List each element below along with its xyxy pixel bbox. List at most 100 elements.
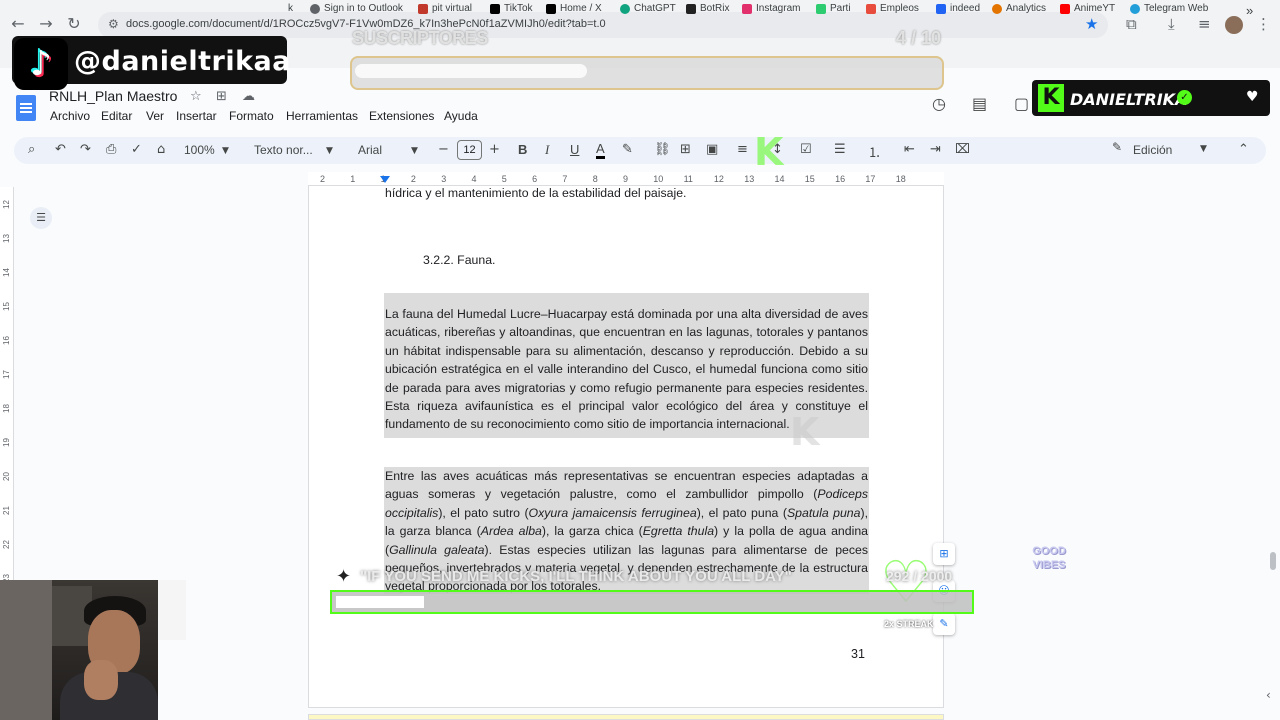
tiktok-icon bbox=[490, 3, 500, 14]
bookmark-item[interactable]: Home / X bbox=[546, 3, 602, 14]
bookmark-star-icon[interactable]: ★ bbox=[1085, 15, 1098, 33]
move-folder-icon[interactable]: ⊞ bbox=[216, 89, 227, 104]
bookmark-item[interactable]: Instagram bbox=[742, 3, 800, 14]
cloud-status-icon[interactable]: ☁ bbox=[242, 89, 255, 104]
style-select[interactable]: Texto nor... bbox=[254, 143, 313, 157]
sparkle-icon: ✦ bbox=[336, 566, 352, 587]
zoom-select[interactable]: 100% bbox=[184, 143, 215, 157]
docs-logo-icon[interactable] bbox=[16, 95, 36, 121]
bold-icon[interactable]: B bbox=[518, 142, 527, 157]
bookmark-item[interactable]: Telegram Web bbox=[1130, 3, 1208, 14]
menu-insertar[interactable]: Insertar bbox=[176, 109, 217, 123]
menu-ver[interactable]: Ver bbox=[146, 109, 164, 123]
text-line[interactable]: hídrica y el mantenimiento de la estabil… bbox=[385, 184, 870, 202]
menu-ayuda[interactable]: Ayuda bbox=[444, 109, 478, 123]
good-vibes-sticker: GOOD VIBES bbox=[1032, 545, 1066, 571]
reload-icon[interactable]: ↻ bbox=[64, 14, 84, 34]
collapse-toolbar-icon[interactable]: ⌃ bbox=[1238, 142, 1249, 157]
back-icon[interactable]: ← bbox=[8, 14, 28, 34]
insert-image-icon[interactable]: ▣ bbox=[706, 142, 718, 157]
ruler-number: 2 bbox=[410, 174, 416, 184]
decrease-font-icon[interactable]: − bbox=[438, 142, 449, 157]
scrollbar-thumb[interactable] bbox=[1270, 552, 1276, 570]
bookmark-item[interactable]: indeed bbox=[936, 3, 980, 14]
bookmark-item[interactable]: BotRix bbox=[686, 3, 729, 14]
editing-mode-select[interactable]: ✎ Edición ▼ bbox=[1106, 140, 1218, 160]
font-size-input[interactable]: 12 bbox=[457, 140, 482, 160]
bookmark-item[interactable]: Sign in to Outlook bbox=[310, 3, 403, 14]
vruler-number: 16 bbox=[1, 336, 11, 345]
spellcheck-icon[interactable]: ✓ bbox=[131, 142, 142, 157]
menu-herramientas[interactable]: Herramientas bbox=[286, 109, 358, 123]
star-icon[interactable]: ☆ bbox=[190, 89, 202, 104]
document-title[interactable]: RNLH_Plan Maestro bbox=[49, 88, 177, 104]
bookmark-item[interactable]: AnimeYT bbox=[1060, 3, 1115, 14]
undo-icon[interactable]: ↶ bbox=[55, 142, 66, 157]
vruler-number: 13 bbox=[1, 234, 11, 243]
ruler-number: 18 bbox=[895, 174, 906, 184]
bullet-list-icon[interactable]: ☰ bbox=[834, 142, 846, 157]
webcam-edge bbox=[158, 580, 186, 640]
webcam-person bbox=[84, 660, 118, 700]
link-icon[interactable]: ⛓ bbox=[654, 142, 671, 157]
para-text: ), el pato sutro ( bbox=[438, 505, 529, 520]
print-icon[interactable]: ⎙ bbox=[106, 142, 116, 157]
redo-icon[interactable]: ↷ bbox=[80, 142, 91, 157]
species-name: Spatula puna bbox=[786, 505, 861, 520]
bookmark-item[interactable]: Parti bbox=[816, 3, 851, 14]
indent-marker[interactable] bbox=[380, 176, 390, 183]
align-icon[interactable]: ≡ bbox=[737, 142, 748, 157]
highlight-icon[interactable]: ✎ bbox=[622, 142, 633, 157]
kick-watermark-icon: K bbox=[754, 130, 784, 174]
site-info-icon[interactable]: ⚙ bbox=[108, 17, 119, 31]
profile-avatar[interactable] bbox=[1225, 16, 1243, 34]
clear-formatting-icon[interactable]: ⌧ bbox=[955, 142, 970, 157]
ruler-number: 10 bbox=[653, 174, 664, 184]
chevron-down-icon: ▼ bbox=[1200, 144, 1207, 154]
download-icon[interactable]: ⤓ bbox=[1168, 15, 1175, 33]
menu-kebab-icon[interactable]: ⋮ bbox=[1256, 15, 1271, 33]
bookmark-item[interactable]: k bbox=[288, 3, 293, 14]
font-select[interactable]: Arial bbox=[358, 143, 382, 157]
menu-archivo[interactable]: Archivo bbox=[50, 109, 90, 123]
editing-mode-label: Edición bbox=[1133, 143, 1173, 157]
comments-icon[interactable]: ▤ bbox=[972, 94, 987, 113]
bookmark-item[interactable]: Analytics bbox=[992, 3, 1046, 14]
text-color-icon[interactable]: A bbox=[596, 142, 605, 159]
bookmark-item[interactable]: ChatGPT bbox=[620, 3, 676, 14]
increase-font-icon[interactable]: + bbox=[489, 142, 500, 157]
document-page[interactable] bbox=[308, 186, 944, 708]
search-menus-icon[interactable]: ⌕ bbox=[28, 142, 35, 157]
numbered-list-icon[interactable]: ⒈ bbox=[868, 142, 881, 161]
more-bookmarks-icon[interactable]: » bbox=[1246, 3, 1253, 18]
history-icon[interactable]: ◷ bbox=[932, 94, 946, 113]
bookmark-item[interactable]: Empleos bbox=[866, 3, 919, 14]
italic-icon[interactable]: I bbox=[545, 142, 549, 158]
ruler-number: 4 bbox=[471, 174, 477, 184]
menu-extensiones[interactable]: Extensiones bbox=[369, 109, 434, 123]
subs-goal-count: 4 / 10 bbox=[896, 28, 942, 48]
menu-editar[interactable]: Editar bbox=[101, 109, 132, 123]
add-comment-fab-icon[interactable]: ⊞ bbox=[933, 543, 955, 565]
para-text: ), la garza chica ( bbox=[541, 524, 643, 539]
checklist-icon[interactable]: ☑ bbox=[800, 142, 812, 157]
add-comment-icon[interactable]: ⊞ bbox=[680, 142, 691, 157]
youtube-icon bbox=[1060, 3, 1070, 14]
chevron-down-icon: ▼ bbox=[222, 146, 229, 156]
section-heading[interactable]: 3.2.2. Fauna. bbox=[423, 251, 495, 269]
increase-indent-icon[interactable]: ⇥ bbox=[930, 142, 941, 157]
chevron-left-icon[interactable]: ‹ bbox=[1266, 688, 1271, 702]
extensions-icon[interactable]: ⧉ bbox=[1126, 15, 1137, 33]
ruler-number: 17 bbox=[865, 174, 876, 184]
bookmark-item[interactable]: TikTok bbox=[490, 3, 533, 14]
paint-format-icon[interactable]: ⌂ bbox=[157, 142, 165, 157]
decrease-indent-icon[interactable]: ⇤ bbox=[904, 142, 915, 157]
forward-icon[interactable]: → bbox=[36, 14, 56, 34]
menu-formato[interactable]: Formato bbox=[229, 109, 274, 123]
meet-icon[interactable]: ▢ bbox=[1014, 94, 1029, 113]
suggest-edits-fab-icon[interactable]: ✎ bbox=[933, 613, 955, 635]
document-outline-icon[interactable]: ☰ bbox=[30, 207, 52, 229]
media-icon[interactable]: ≡ bbox=[1198, 15, 1211, 33]
bookmark-item[interactable]: pit virtual bbox=[418, 3, 472, 14]
underline-icon[interactable]: U bbox=[570, 142, 579, 157]
